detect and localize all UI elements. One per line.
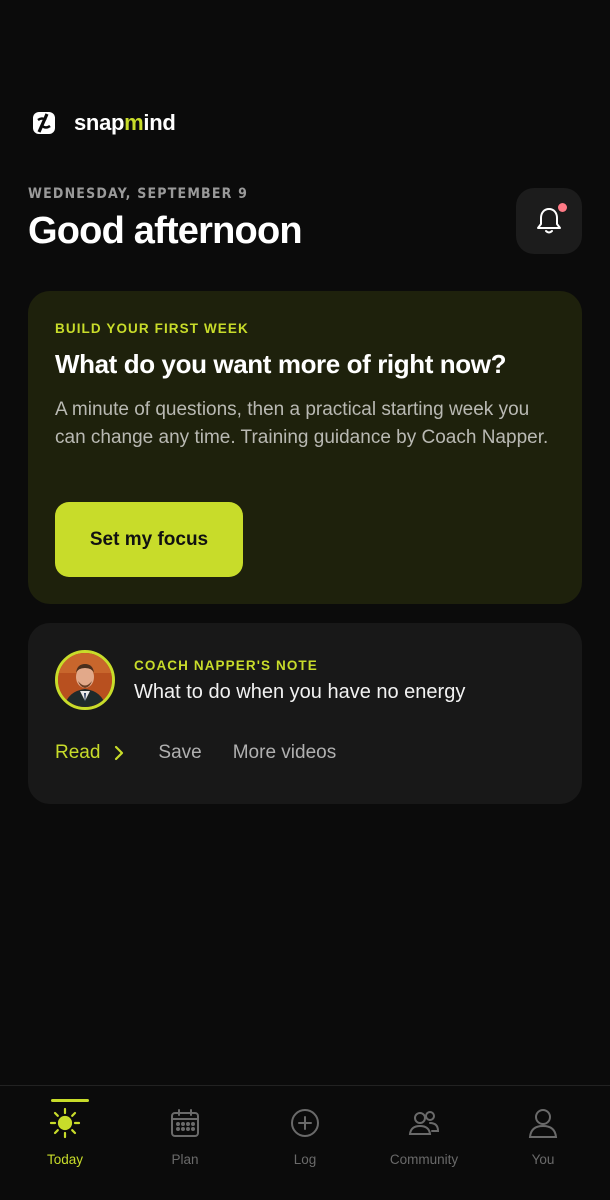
nav-item-community[interactable]: Community: [363, 1086, 485, 1200]
nav-item-today[interactable]: Today: [4, 1086, 126, 1200]
snapmind-logo-icon: [33, 112, 55, 134]
coach-avatar: [55, 650, 115, 710]
nav-label: Plan: [171, 1152, 199, 1167]
read-link[interactable]: Read: [55, 742, 124, 764]
plus-circle-icon: [291, 1109, 319, 1137]
person-icon: [528, 1109, 558, 1138]
note-actions: Read Save More videos: [55, 742, 336, 764]
nav-item-you[interactable]: You: [482, 1086, 604, 1200]
first-week-card: BUILD YOUR FIRST WEEK What do you want m…: [28, 291, 582, 604]
nav-item-log[interactable]: Log: [244, 1086, 366, 1200]
bottom-nav: Today Plan Log Community You: [0, 1085, 610, 1200]
nav-item-plan[interactable]: Plan: [124, 1086, 246, 1200]
set-focus-button[interactable]: Set my focus: [55, 502, 243, 577]
calendar-icon: [171, 1109, 199, 1137]
today-screen: snapmind WEDNESDAY, SEPTEMBER 9 Good aft…: [0, 0, 610, 1200]
card-title: What do you want more of right now?: [55, 349, 507, 379]
read-label: Read: [55, 742, 101, 763]
nav-label: Log: [293, 1152, 317, 1167]
brand-name: snapmind: [74, 110, 176, 135]
brand-logo: snapmind: [32, 110, 176, 136]
sun-icon: [49, 1107, 81, 1139]
chevron-right-icon: [115, 745, 124, 761]
note-title: What to do when you have no energy: [134, 681, 466, 703]
note-eyebrow: COACH NAPPER'S NOTE: [134, 658, 318, 673]
nav-label: You: [531, 1152, 555, 1167]
card-eyebrow: BUILD YOUR FIRST WEEK: [55, 321, 249, 336]
save-link[interactable]: Save: [158, 742, 201, 764]
more-videos-link[interactable]: More videos: [233, 742, 337, 764]
page-title: Good afternoon: [28, 210, 303, 252]
coach-note-card[interactable]: COACH NAPPER'S NOTE What to do when you …: [28, 623, 582, 804]
nav-label: Today: [46, 1152, 84, 1167]
active-tab-indicator: [51, 1099, 89, 1102]
unread-badge: [558, 203, 567, 212]
people-icon: [408, 1111, 440, 1135]
current-date: WEDNESDAY, SEPTEMBER 9: [28, 186, 249, 202]
notifications-button[interactable]: [516, 188, 582, 254]
card-description: A minute of questions, then a practical …: [55, 399, 549, 448]
nav-label: Community: [389, 1152, 459, 1167]
